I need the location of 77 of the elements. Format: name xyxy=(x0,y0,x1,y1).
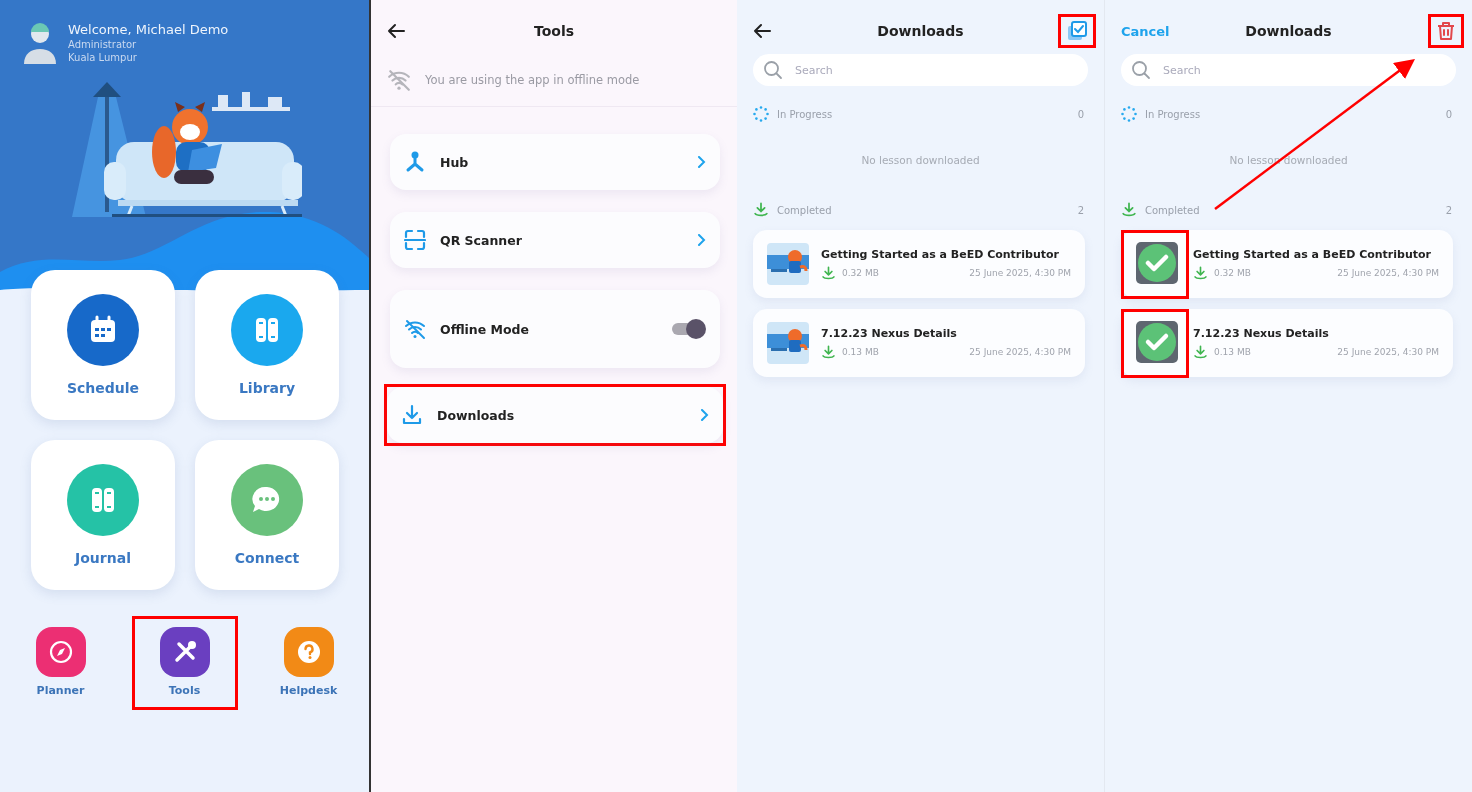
lesson-title: Getting Started as a BeED Contributor xyxy=(1193,247,1432,261)
download-icon xyxy=(1121,202,1137,218)
checkbox[interactable] xyxy=(1136,241,1178,284)
file-size: 0.32 MB xyxy=(842,268,880,278)
avatar-icon xyxy=(24,22,56,64)
section-count: 0 xyxy=(1445,108,1452,120)
download-icon xyxy=(821,344,836,360)
screen-title: Downloads xyxy=(1245,23,1332,39)
search-bar[interactable]: Search xyxy=(753,54,1088,86)
lesson-title: Getting Started as a BeED Contributor xyxy=(821,247,1060,261)
lesson-thumbnail xyxy=(767,243,809,285)
section-count: 2 xyxy=(1445,204,1452,216)
download-date: 25 June 2025, 4:30 PM xyxy=(1337,347,1439,357)
download-icon xyxy=(821,265,836,281)
lesson-thumbnail xyxy=(767,322,809,364)
chevron-icon xyxy=(697,234,706,246)
app-tile[interactable]: Connect xyxy=(195,440,339,590)
welcome-text: Welcome, Michael Demo xyxy=(68,22,229,37)
download-card[interactable]: Getting Started as a BeED Contributor 0.32 MB 25 June 2025, 4:30 PM xyxy=(753,230,1085,298)
section-count: 0 xyxy=(1077,108,1084,120)
lesson-title: 7.12.23 Nexus Details xyxy=(1193,326,1330,340)
download-icon xyxy=(401,404,423,426)
download-icon xyxy=(1193,265,1208,281)
section-label: Completed xyxy=(777,204,833,216)
app-button[interactable]: Tools xyxy=(154,627,215,697)
section-label: Completed xyxy=(1145,204,1201,216)
section-count: 2 xyxy=(1077,204,1084,216)
search-bar[interactable]: Search xyxy=(1121,54,1456,86)
menu-item[interactable]: Hub xyxy=(390,134,720,190)
scan-icon xyxy=(404,229,426,251)
user-role: Administrator xyxy=(68,39,138,50)
download-date: 25 June 2025, 4:30 PM xyxy=(969,268,1071,278)
lesson-title: 7.12.23 Nexus Details xyxy=(821,326,958,340)
toggle-switch[interactable] xyxy=(672,319,706,339)
file-size: 0.13 MB xyxy=(842,347,880,357)
offline-notice: You are using the app in offline mode xyxy=(425,73,640,87)
setting-label: Offline Mode xyxy=(440,321,531,337)
search-icon xyxy=(1131,60,1151,80)
app-tile[interactable]: Library xyxy=(195,270,339,420)
screen-title: Tools xyxy=(533,23,575,39)
download-date: 25 June 2025, 4:30 PM xyxy=(1337,268,1439,278)
hub-icon xyxy=(404,151,426,173)
wifi-off-icon xyxy=(387,68,411,92)
screen-title: Downloads xyxy=(877,23,964,39)
app-button[interactable]: Helpdesk xyxy=(278,627,339,697)
download-card[interactable]: 7.12.23 Nexus Details 0.13 MB 25 June 2025, 4:30 PM xyxy=(1121,309,1453,377)
back-button[interactable] xyxy=(753,23,771,39)
spinner-icon xyxy=(1121,106,1137,122)
checkbox[interactable] xyxy=(1136,320,1178,363)
menu-item[interactable]: QR Scanner xyxy=(390,212,720,268)
file-size: 0.13 MB xyxy=(1214,347,1252,357)
wifi-off-icon xyxy=(404,318,426,340)
empty-message: No lesson downloaded xyxy=(1228,154,1349,166)
download-icon xyxy=(1193,344,1208,360)
menu-item[interactable]: Downloads xyxy=(387,387,723,443)
download-card[interactable]: Getting Started as a BeED Contributor 0.32 MB 25 June 2025, 4:30 PM xyxy=(1121,230,1453,298)
file-size: 0.32 MB xyxy=(1214,268,1252,278)
chevron-icon xyxy=(697,156,706,168)
section-label: In Progress xyxy=(777,108,834,120)
section-label: In Progress xyxy=(1145,108,1202,120)
user-location: Kuala Lumpur xyxy=(68,52,138,63)
back-button[interactable] xyxy=(387,23,405,39)
download-icon xyxy=(753,202,769,218)
spinner-icon xyxy=(753,106,769,122)
delete-button[interactable] xyxy=(1437,21,1455,41)
cancel-button[interactable]: Cancel xyxy=(1121,23,1170,39)
app-button[interactable]: Planner xyxy=(30,627,91,697)
search-field[interactable]: Search xyxy=(1161,62,1446,78)
search-field[interactable]: Search xyxy=(793,62,1078,78)
app-tile[interactable]: Journal xyxy=(31,440,175,590)
empty-message: No lesson downloaded xyxy=(860,154,981,166)
search-icon xyxy=(763,60,783,80)
app-tile[interactable]: Schedule xyxy=(31,270,175,420)
select-button[interactable] xyxy=(1067,21,1087,41)
download-date: 25 June 2025, 4:30 PM xyxy=(969,347,1071,357)
download-card[interactable]: 7.12.23 Nexus Details 0.13 MB 25 June 2025, 4:30 PM xyxy=(753,309,1085,377)
chevron-icon xyxy=(700,409,709,421)
